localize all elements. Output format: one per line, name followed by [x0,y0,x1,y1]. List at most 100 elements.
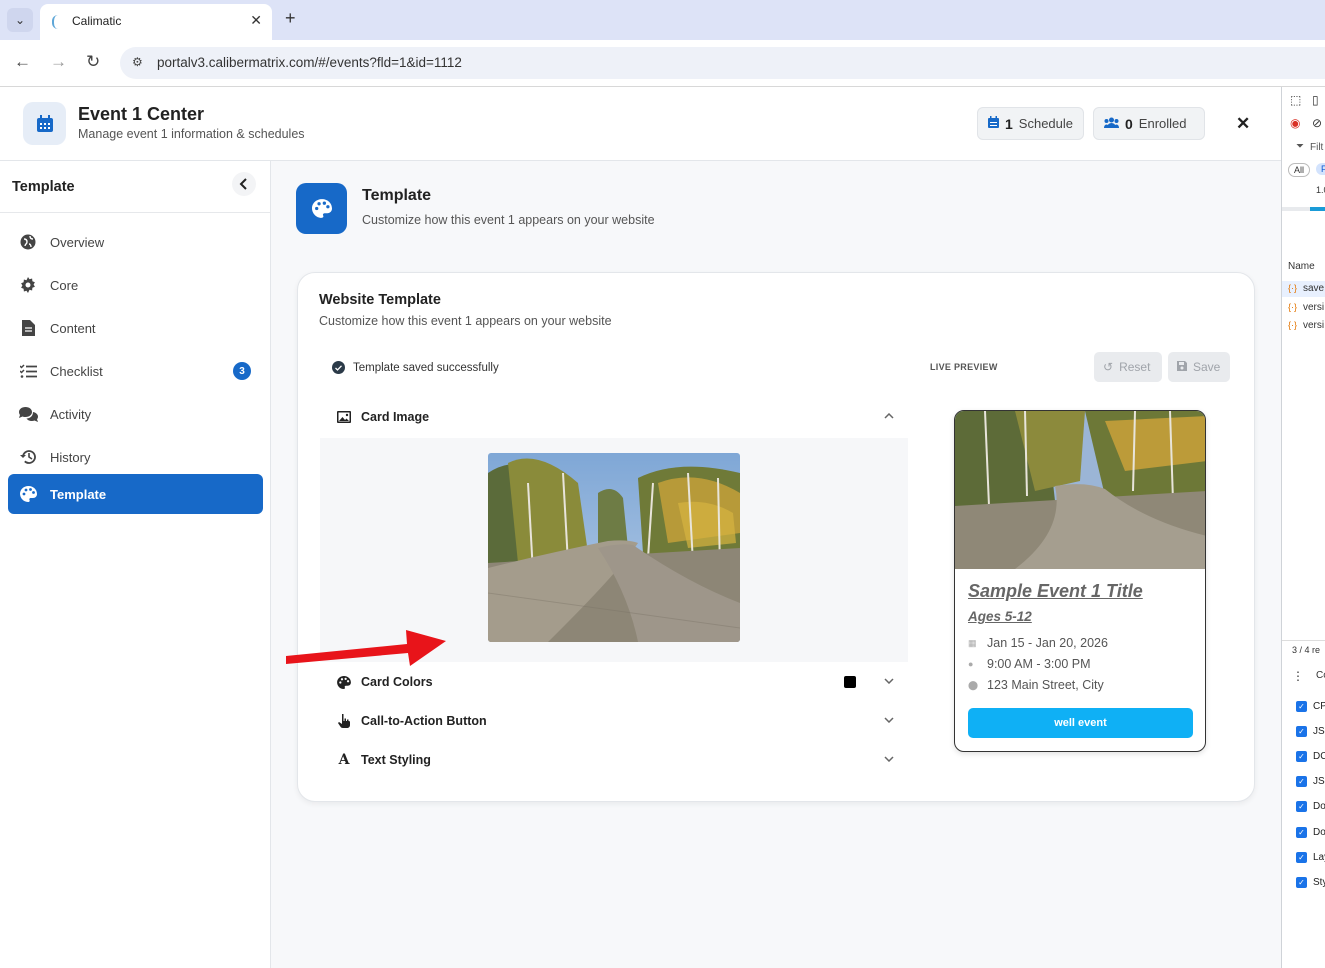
reset-button[interactable]: ↺ Reset [1094,352,1162,382]
tab-close-icon[interactable]: ✕ [250,12,262,29]
chevron-down-icon[interactable] [884,753,894,765]
save-label: Save [1193,360,1221,374]
section-card-image[interactable]: Card Image [320,398,908,436]
filter-icon[interactable]: ⏷ [1296,141,1304,152]
request-row[interactable]: {·} versi [1282,318,1325,334]
chevron-down-icon[interactable] [884,714,894,726]
browser-toolbar: ← → ↻ ⚙ portalv3.calibermatrix.com/#/eve… [0,40,1325,86]
check-label: Lay [1313,852,1325,863]
users-icon [1104,116,1119,131]
filter-chip[interactable]: F [1316,163,1325,175]
sidebar-item-label: Template [50,486,107,502]
browser-tab[interactable]: Calimatic ✕ [40,4,272,40]
sidebar-item-history[interactable]: History [8,437,263,477]
inspect-icon[interactable]: ⬚ [1290,93,1301,107]
url-text[interactable]: portalv3.calibermatrix.com/#/events?fld=… [157,55,462,70]
checkbox-checked[interactable]: ✓ [1296,751,1307,762]
name-column-header: Name [1288,261,1315,272]
sidebar-item-template[interactable]: Template [8,474,263,514]
checkbox-checked[interactable]: ✓ [1296,701,1307,712]
live-preview-card: Sample Event 1 Title Ages 5-12 ▦ Jan 15 … [954,410,1206,752]
section-cta-button[interactable]: Call-to-Action Button [320,702,908,740]
schedule-label: Schedule [1018,116,1074,131]
sidebar-item-label: Checklist [50,363,103,379]
close-icon[interactable]: ✕ [1236,114,1250,134]
tab-search-button[interactable]: ⌄ [7,8,33,32]
chevron-down-icon[interactable] [884,675,894,687]
sidebar-item-checklist[interactable]: Checklist 3 [8,351,263,391]
record-icon[interactable]: ◉ [1290,116,1300,130]
device-icon[interactable]: ▯ [1312,93,1319,107]
chevron-down-icon: ⌄ [14,13,26,27]
undo-icon: ↺ [1103,360,1114,374]
checkbox-checked[interactable]: ✓ [1296,776,1307,787]
reload-icon[interactable]: ↻ [86,52,100,72]
website-template-card: Website Template Customize how this even… [297,272,1255,802]
checkbox-checked[interactable]: ✓ [1296,827,1307,838]
forward-icon[interactable]: → [50,52,67,72]
preview-location: 123 Main Street, City [987,678,1104,692]
calendar-small-icon [988,116,999,131]
save-button[interactable]: Save [1168,352,1230,382]
request-row[interactable]: {·} versi [1282,300,1325,316]
preview-time: 9:00 AM - 3:00 PM [987,657,1091,671]
document-icon [18,318,38,338]
enrolled-button[interactable]: 0 Enrolled [1093,107,1205,140]
card-title: Website Template [319,292,441,308]
checklist-badge: 3 [233,362,251,380]
enrolled-label: Enrolled [1138,116,1187,131]
check-label: JS [1313,726,1325,737]
palette-icon [18,484,38,504]
sidebar-item-label: History [50,449,91,465]
page-subtitle: Manage event 1 information & schedules [78,127,305,141]
saved-status: Template saved successfully [332,361,499,374]
checkbox-checked[interactable]: ✓ [1296,726,1307,737]
new-tab-button[interactable]: + [285,8,296,29]
sidebar-title: Template [12,179,75,195]
color-swatch [844,676,856,688]
clear-icon[interactable]: ⊘ [1312,116,1322,130]
settings-column-label: Co [1316,670,1325,681]
sidebar-item-content[interactable]: Content [8,308,263,348]
card-subtitle: Customize how this event 1 appears on yo… [319,314,612,328]
saved-message: Template saved successfully [353,361,499,374]
sidebar-item-label: Core [50,277,79,293]
site-info-icon[interactable]: ⚙ [132,55,143,69]
sidebar-item-core[interactable]: Core [8,265,263,305]
chevron-up-icon[interactable] [884,410,894,422]
sidebar-item-overview[interactable]: Overview [8,222,263,262]
checkbox-checked[interactable]: ✓ [1296,852,1307,863]
preview-dates: Jan 15 - Jan 20, 2026 [987,636,1108,650]
sidebar-item-label: Overview [50,234,105,250]
section-subtitle: Customize how this event 1 appears on yo… [362,213,655,227]
check-label: CP [1313,701,1325,712]
timeline-bar [1282,207,1325,211]
sidebar-item-activity[interactable]: Activity [8,394,263,434]
schedule-button[interactable]: 1 Schedule [977,107,1084,140]
section-text-styling[interactable]: A Text Styling [320,741,908,779]
pointer-hand-icon [336,714,352,728]
palette-icon [296,183,347,234]
preview-cta-button[interactable]: well event [968,708,1193,738]
sidebar-header: Template [0,161,270,213]
section-label: Card Image [361,410,430,424]
card-image-thumbnail[interactable] [488,453,740,642]
collapse-sidebar-button[interactable] [232,172,256,196]
font-icon: A [338,752,350,768]
favicon-icon [52,15,64,29]
back-icon[interactable]: ← [14,52,31,72]
checkbox-checked[interactable]: ✓ [1296,877,1307,888]
address-bar[interactable]: ⚙ portalv3.calibermatrix.com/#/events?fl… [120,47,1325,79]
live-preview-label: LIVE PREVIEW [930,362,998,372]
devtools-panel: ⬚ ▯ ◉ ⊘ ⏷ Filt All F 1.0 Name {·} save {… [1281,87,1325,968]
filter-all-chip[interactable]: All [1288,163,1311,177]
check-label: Do [1313,801,1325,812]
tab-title: Calimatic [72,14,122,28]
sidebar: Template Overview Core Content Checklist… [0,161,271,968]
checkbox-checked[interactable]: ✓ [1296,801,1307,812]
more-icon[interactable]: ⋮ [1292,669,1304,683]
filter-label[interactable]: Filt [1310,142,1323,153]
sidebar-item-label: Content [50,320,96,336]
request-row[interactable]: {·} save [1282,281,1325,297]
image-icon [336,411,352,423]
